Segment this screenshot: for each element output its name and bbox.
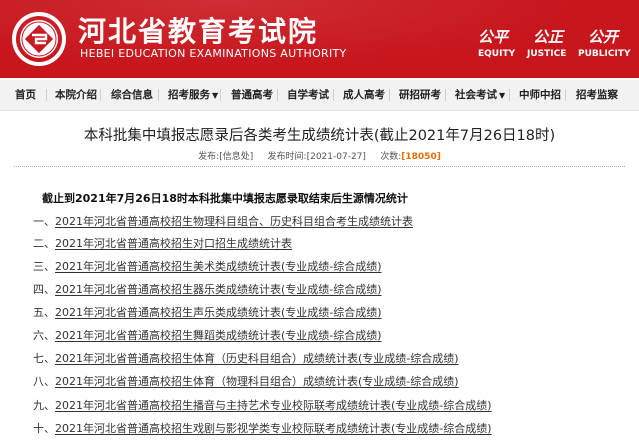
- article-subheading: 截止到2021年7月26日18时本科批集中填报志愿录取结束后生源情况统计: [42, 192, 408, 205]
- list-item: 八、2021年河北省普通高校招生体育（物理科目组合）成绩统计表(专业成绩-综合成…: [33, 375, 459, 388]
- chevron-down-icon: ▼: [212, 91, 219, 100]
- stats-link[interactable]: 2021年河北省普通高校招生对口招生成绩统计表: [55, 237, 292, 250]
- nav-item-self-study-exam[interactable]: 自学考试: [287, 80, 329, 110]
- stats-link[interactable]: 2021年河北省普通高校招生戏剧与影视学类专业校际联考成绩统计表(专业成绩-综合…: [55, 422, 492, 435]
- stats-link[interactable]: 2021年河北省普通高校招生器乐类成绩统计表(专业成绩-综合成绩): [55, 283, 382, 296]
- motto-equity-en: EQUITY: [478, 49, 516, 59]
- motto-publicity-en: PUBLICITY: [578, 49, 631, 59]
- divider: [14, 166, 625, 167]
- stats-link[interactable]: 2021年河北省普通高校招生播音与主持艺术专业校际联考成绩统计表(专业成绩-综合…: [55, 399, 492, 412]
- nav-item-supervision[interactable]: 招考监察: [576, 80, 618, 110]
- stats-link[interactable]: 2021年河北省普通高校招生物理科目组合、历史科目组合考生成绩统计表: [55, 215, 413, 228]
- stats-link[interactable]: 2021年河北省普通高校招生舞蹈类成绩统计表(专业成绩-综合成绩): [55, 329, 382, 342]
- nav-item-adult-gaokao[interactable]: 成人高考: [343, 80, 385, 110]
- list-item: 十、2021年河北省普通高校招生戏剧与影视学类专业校际联考成绩统计表(专业成绩-…: [33, 422, 492, 435]
- list-item: 五、2021年河北省普通高校招生声乐类成绩统计表(专业成绩-综合成绩): [33, 306, 382, 319]
- article-meta: 发布:[信息处] 发布时间:[2021-07-27] 次数:[18050]: [198, 152, 441, 162]
- publisher: [信息处]: [219, 152, 254, 162]
- stats-link[interactable]: 2021年河北省普通高校招生体育（历史科目组合）成绩统计表(专业成绩-综合成绩): [55, 352, 459, 365]
- nav-item-secondary-admission[interactable]: 中师中招: [519, 80, 561, 110]
- site-subtitle: HEBEI EDUCATION EXAMINATIONS AUTHORITY: [80, 47, 347, 60]
- list-item: 三、2021年河北省普通高校招生美术类成绩统计表(专业成绩-综合成绩): [33, 260, 382, 273]
- nav-item-social-exams[interactable]: 社会考试 ▼: [455, 80, 505, 110]
- seal-logo-icon[interactable]: [12, 12, 66, 66]
- stats-link[interactable]: 2021年河北省普通高校招生体育（物理科目组合）成绩统计表(专业成绩-综合成绩): [55, 375, 459, 388]
- list-item: 四、2021年河北省普通高校招生器乐类成绩统计表(专业成绩-综合成绩): [33, 283, 382, 296]
- stats-link[interactable]: 2021年河北省普通高校招生美术类成绩统计表(专业成绩-综合成绩): [55, 260, 382, 273]
- stats-link[interactable]: 2021年河北省普通高校招生声乐类成绩统计表(专业成绩-综合成绩): [55, 306, 382, 319]
- motto-justice: 公正: [533, 28, 564, 46]
- nav-item-news[interactable]: 综合信息: [111, 80, 153, 110]
- list-item: 七、2021年河北省普通高校招生体育（历史科目组合）成绩统计表(专业成绩-综合成…: [33, 352, 459, 365]
- list-item: 二、2021年河北省普通高校招生对口招生成绩统计表: [33, 237, 292, 250]
- main-nav: 首页 本院介绍 综合信息 招考服务 ▼ 普通高考 自学考试 成人高考 研招研考 社…: [0, 80, 639, 111]
- nav-item-graduate-exam[interactable]: 研招研考: [399, 80, 441, 110]
- nav-item-about[interactable]: 本院介绍: [55, 80, 97, 110]
- motto-justice-en: JUSTICE: [527, 49, 567, 59]
- publish-time: [2021-07-27]: [306, 152, 366, 162]
- site-header: 河北省教育考试院 HEBEI EDUCATION EXAMINATIONS AU…: [0, 0, 639, 78]
- article-title: 本科批集中填报志愿录后各类考生成绩统计表(截止2021年7月26日18时): [83, 128, 556, 144]
- hit-count: [18050]: [401, 152, 441, 162]
- site-title: 河北省教育考试院: [78, 15, 319, 48]
- nav-item-gaokao[interactable]: 普通高考: [231, 80, 273, 110]
- nav-item-home[interactable]: 首页: [15, 80, 36, 110]
- list-item: 一、2021年河北省普通高校招生物理科目组合、历史科目组合考生成绩统计表: [33, 215, 413, 228]
- motto-publicity: 公开: [588, 28, 619, 46]
- chevron-down-icon: ▼: [499, 91, 506, 100]
- list-item: 九、2021年河北省普通高校招生播音与主持艺术专业校际联考成绩统计表(专业成绩-…: [33, 399, 492, 412]
- list-item: 六、2021年河北省普通高校招生舞蹈类成绩统计表(专业成绩-综合成绩): [33, 329, 382, 342]
- motto-equity: 公平: [478, 28, 509, 46]
- nav-item-admission-services[interactable]: 招考服务 ▼: [168, 80, 218, 110]
